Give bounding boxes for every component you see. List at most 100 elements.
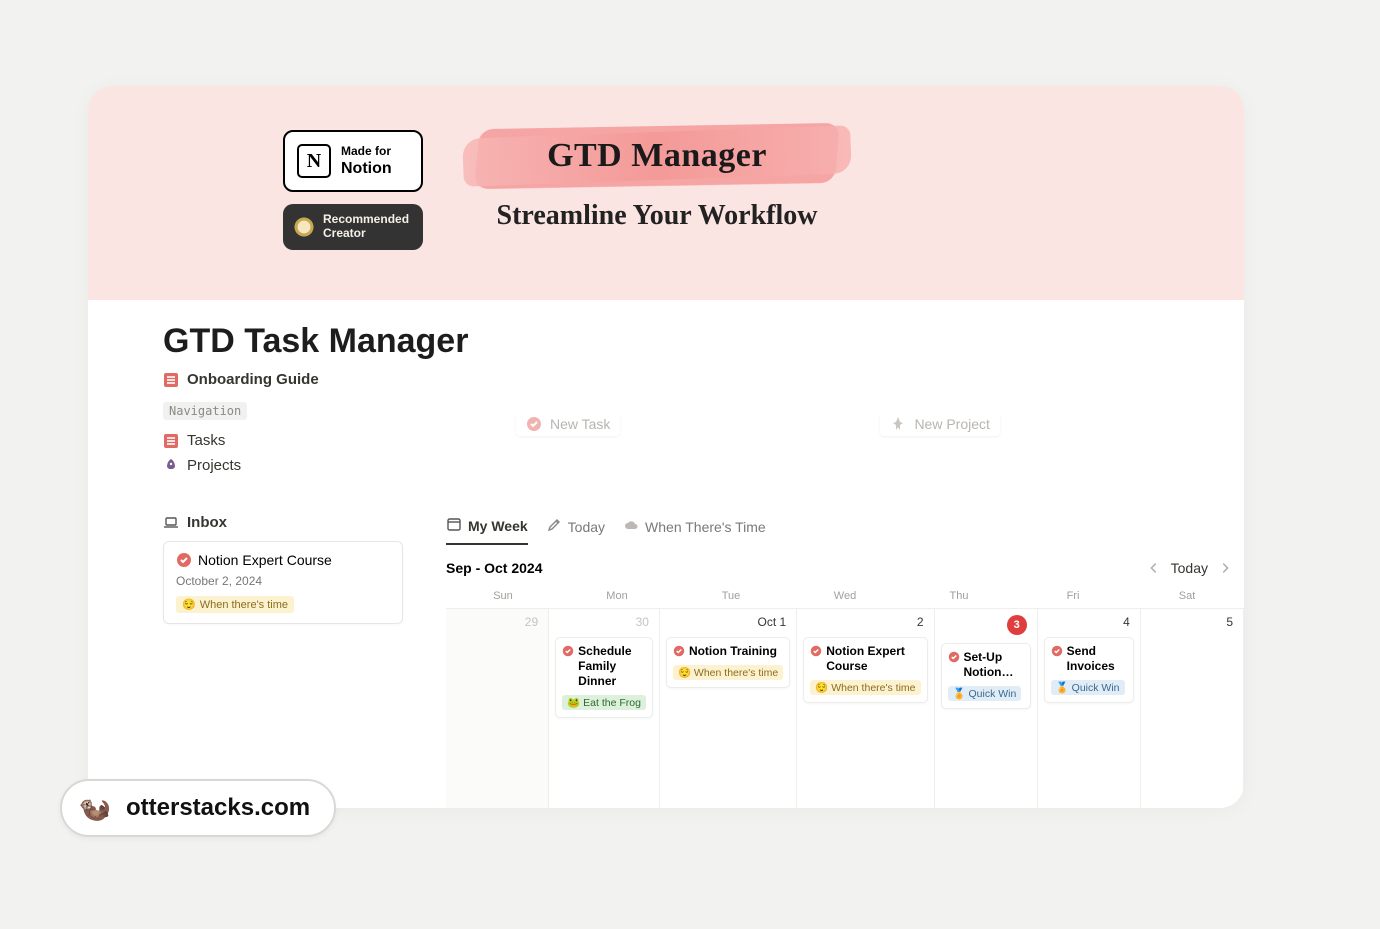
inbox-card-date: October 2, 2024 — [176, 574, 390, 588]
pin-icon — [890, 416, 906, 432]
tab-my-week[interactable]: My Week — [446, 516, 528, 545]
tab-today[interactable]: Today — [546, 516, 605, 545]
recommended-line1: Recommended — [323, 213, 409, 227]
task-check-icon — [810, 645, 822, 657]
task-check-icon — [176, 552, 192, 568]
sidebar-item-projects[interactable]: Projects — [163, 453, 413, 478]
task-check-icon — [526, 416, 542, 432]
next-week-button[interactable] — [1218, 561, 1232, 575]
calendar-icon — [446, 516, 462, 535]
brand-label: otterstacks.com — [126, 794, 310, 822]
sidebar: Navigation Tasks Projects Inbox Notion E… — [163, 402, 413, 624]
today-button[interactable]: Today — [1171, 560, 1208, 576]
event-title: Notion Training — [689, 644, 777, 659]
sidebar-item-tasks[interactable]: Tasks — [163, 428, 413, 453]
new-task-button[interactable]: New Task — [516, 412, 620, 436]
list-icon — [163, 372, 179, 388]
calendar-grid: 29 30 Schedule Family Dinner 🐸 Eat the Fro… — [446, 608, 1244, 808]
pen-icon — [546, 517, 562, 536]
ribbon-icon — [293, 216, 315, 238]
tab-label: My Week — [468, 518, 528, 534]
tab-label: Today — [568, 519, 605, 535]
recommended-creator-badge: Recommended Creator — [283, 204, 423, 250]
calendar-cell[interactable]: 3 Set-Up Notion… 🏅 Quick Win — [935, 609, 1038, 808]
nav-label: Navigation — [163, 402, 247, 420]
event-chip: 🏅 Quick Win — [1051, 680, 1125, 695]
date-number: Oct 1 — [664, 615, 792, 629]
event-chip: 🐸 Eat the Frog — [562, 695, 646, 710]
inbox-card-title: Notion Expert Course — [198, 552, 332, 568]
event-chip: 🏅 Quick Win — [948, 686, 1022, 701]
dow-label: Mon — [560, 584, 674, 608]
calendar-cell[interactable]: 29 — [446, 609, 549, 808]
cover-subtitle: Streamline Your Workflow — [477, 200, 837, 232]
dow-label: Thu — [902, 584, 1016, 608]
app-window: N Made for Notion Recommended Creator — [88, 86, 1244, 808]
notion-logo-icon: N — [297, 144, 331, 178]
inbox-heading[interactable]: Inbox — [163, 514, 413, 531]
event-title: Send Invoices — [1067, 644, 1127, 674]
badge-stack: N Made for Notion Recommended Creator — [283, 130, 423, 250]
dow-label: Fri — [1016, 584, 1130, 608]
dow-row: SunMonTueWedThuFriSat — [446, 584, 1244, 608]
event-title: Notion Expert Course — [826, 644, 920, 674]
task-check-icon — [948, 651, 960, 663]
date-number: 30 — [553, 615, 655, 629]
calendar-cell[interactable]: 2 Notion Expert Course 😌 When there's tim… — [797, 609, 934, 808]
view-tabs: My Week Today When There's Time — [446, 516, 1244, 546]
calendar-event[interactable]: Send Invoices 🏅 Quick Win — [1044, 637, 1134, 703]
event-title: Schedule Family Dinner — [578, 644, 646, 689]
inbox-label: Inbox — [187, 514, 227, 531]
task-check-icon — [673, 645, 685, 657]
onboarding-label: Onboarding Guide — [187, 371, 319, 388]
brand-badge[interactable]: 🦦 otterstacks.com — [60, 779, 336, 837]
onboarding-guide-link[interactable]: Onboarding Guide — [163, 371, 1174, 388]
calendar-event[interactable]: Schedule Family Dinner 🐸 Eat the Frog — [555, 637, 653, 718]
calendar-cell[interactable]: Oct 1 Notion Training 😌 When there's time — [660, 609, 797, 808]
inbox-card-chip: 😌 When there's time — [176, 596, 294, 613]
date-number: 5 — [1145, 615, 1239, 629]
calendar-event[interactable]: Notion Training 😌 When there's time — [666, 637, 790, 688]
calendar-cell[interactable]: 30 Schedule Family Dinner 🐸 Eat the Frog — [549, 609, 660, 808]
event-title: Set-Up Notion… — [964, 650, 1024, 680]
sidebar-item-label: Tasks — [187, 432, 225, 449]
sidebar-item-label: Projects — [187, 457, 241, 474]
calendar-event[interactable]: Set-Up Notion… 🏅 Quick Win — [941, 643, 1031, 709]
calendar-event[interactable]: Notion Expert Course 😌 When there's time — [803, 637, 927, 703]
cover-title: GTD Manager — [477, 126, 837, 186]
rocket-icon — [163, 458, 179, 474]
dow-label: Wed — [788, 584, 902, 608]
new-task-label: New Task — [550, 416, 610, 432]
new-project-label: New Project — [914, 416, 989, 432]
date-number: 2 — [801, 615, 929, 629]
event-chip: 😌 When there's time — [810, 680, 920, 695]
cover-title-brush: GTD Manager — [477, 126, 837, 186]
made-for-notion-badge: N Made for Notion — [283, 130, 423, 192]
calendar-range: Sep - Oct 2024 — [446, 560, 543, 576]
task-check-icon — [1051, 645, 1063, 657]
laptop-icon — [163, 515, 179, 531]
calendar-cell[interactable]: 4Send Invoices 🏅 Quick Win — [1038, 609, 1141, 808]
inbox-card[interactable]: Notion Expert Course October 2, 2024 😌 W… — [163, 541, 403, 624]
task-check-icon — [562, 645, 574, 657]
prev-week-button[interactable] — [1147, 561, 1161, 575]
new-project-button[interactable]: New Project — [880, 412, 999, 436]
date-number: 29 — [450, 615, 544, 629]
main-content: New Task New Project My Week Today When Th… — [446, 412, 1244, 808]
event-chip: 😌 When there's time — [673, 665, 783, 680]
made-for-strong: Notion — [341, 159, 392, 178]
cloud-icon — [623, 517, 639, 536]
dow-label: Sat — [1130, 584, 1244, 608]
dow-label: Tue — [674, 584, 788, 608]
recommended-line2: Creator — [323, 227, 409, 241]
otter-icon: 🦦 — [78, 791, 112, 825]
list-icon — [163, 433, 179, 449]
cover-banner: N Made for Notion Recommended Creator — [88, 86, 1244, 300]
dow-label: Sun — [446, 584, 560, 608]
calendar-cell[interactable]: 5 — [1141, 609, 1244, 808]
tab-when-there-s-time[interactable]: When There's Time — [623, 516, 766, 545]
made-for-small: Made for — [341, 144, 391, 158]
page-title: GTD Task Manager — [163, 322, 1174, 361]
date-number: 3 — [939, 615, 1033, 635]
tab-label: When There's Time — [645, 519, 766, 535]
